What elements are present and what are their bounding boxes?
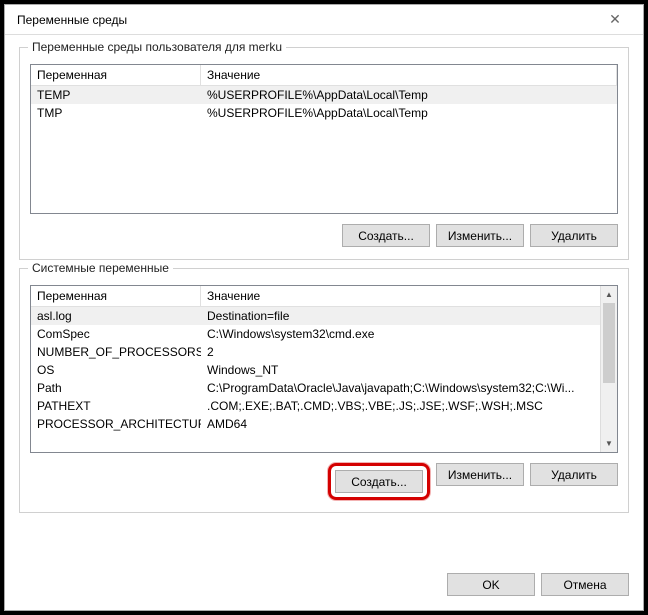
scroll-down-icon[interactable]: ▼ — [601, 435, 617, 452]
dialog-bottom-row: OK Отмена — [5, 569, 643, 610]
variable-value: C:\Windows\system32\cmd.exe — [201, 325, 617, 343]
user-vars-group: Переменные среды пользователя для merku … — [19, 47, 629, 260]
dialog-title: Переменные среды — [17, 13, 127, 27]
variable-name: Path — [31, 379, 201, 397]
create-button-highlight: Создать... — [328, 463, 430, 500]
system-list-body: asl.logDestination=fileComSpecC:\Windows… — [31, 307, 617, 452]
variable-value: Destination=file — [201, 307, 617, 325]
user-edit-button[interactable]: Изменить... — [436, 224, 524, 247]
dialog-window: Переменные среды ✕ Переменные среды поль… — [4, 4, 644, 611]
col-header-value[interactable]: Значение — [201, 65, 617, 85]
system-create-button[interactable]: Создать... — [335, 470, 423, 493]
cancel-button[interactable]: Отмена — [541, 573, 629, 596]
col-header-variable[interactable]: Переменная — [31, 65, 201, 85]
ok-button[interactable]: OK — [447, 573, 535, 596]
variable-value: %USERPROFILE%\AppData\Local\Temp — [201, 86, 617, 104]
table-row[interactable]: PROCESSOR_ARCHITECTUREAMD64 — [31, 415, 617, 433]
table-row[interactable]: PATHEXT.COM;.EXE;.BAT;.CMD;.VBS;.VBE;.JS… — [31, 397, 617, 415]
variable-name: ComSpec — [31, 325, 201, 343]
variable-value: Windows_NT — [201, 361, 617, 379]
table-row[interactable]: NUMBER_OF_PROCESSORS2 — [31, 343, 617, 361]
variable-name: PATHEXT — [31, 397, 201, 415]
variable-value: C:\ProgramData\Oracle\Java\javapath;C:\W… — [201, 379, 617, 397]
user-button-row: Создать... Изменить... Удалить — [30, 224, 618, 247]
scroll-thumb[interactable] — [603, 303, 615, 383]
vertical-scrollbar[interactable]: ▲ ▼ — [600, 286, 617, 452]
user-list-header: Переменная Значение — [31, 65, 617, 86]
variable-name: TMP — [31, 104, 201, 122]
scroll-track[interactable] — [601, 303, 617, 435]
variable-value: .COM;.EXE;.BAT;.CMD;.VBS;.VBE;.JS;.JSE;.… — [201, 397, 617, 415]
system-vars-group: Системные переменные Переменная Значение… — [19, 268, 629, 513]
system-button-row: Создать... Изменить... Удалить — [30, 463, 618, 500]
variable-value: 2 — [201, 343, 617, 361]
table-row[interactable]: ComSpecC:\Windows\system32\cmd.exe — [31, 325, 617, 343]
variable-name: NUMBER_OF_PROCESSORS — [31, 343, 201, 361]
system-vars-list[interactable]: Переменная Значение asl.logDestination=f… — [30, 285, 618, 453]
user-list-body: TEMP%USERPROFILE%\AppData\Local\TempTMP%… — [31, 86, 617, 213]
system-edit-button[interactable]: Изменить... — [436, 463, 524, 486]
close-icon: ✕ — [609, 11, 621, 28]
col-header-variable[interactable]: Переменная — [31, 286, 201, 306]
user-delete-button[interactable]: Удалить — [530, 224, 618, 247]
variable-value: AMD64 — [201, 415, 617, 433]
system-list-header: Переменная Значение — [31, 286, 617, 307]
table-row[interactable]: OSWindows_NT — [31, 361, 617, 379]
variable-value: %USERPROFILE%\AppData\Local\Temp — [201, 104, 617, 122]
close-button[interactable]: ✕ — [595, 6, 635, 34]
variable-name: OS — [31, 361, 201, 379]
table-row[interactable]: asl.logDestination=file — [31, 307, 617, 325]
content-area: Переменные среды пользователя для merku … — [5, 35, 643, 569]
table-row[interactable]: TMP%USERPROFILE%\AppData\Local\Temp — [31, 104, 617, 122]
scroll-up-icon[interactable]: ▲ — [601, 286, 617, 303]
variable-name: TEMP — [31, 86, 201, 104]
user-create-button[interactable]: Создать... — [342, 224, 430, 247]
table-row[interactable]: PathC:\ProgramData\Oracle\Java\javapath;… — [31, 379, 617, 397]
titlebar: Переменные среды ✕ — [5, 5, 643, 35]
user-vars-label: Переменные среды пользователя для merku — [28, 40, 286, 54]
table-row[interactable]: TEMP%USERPROFILE%\AppData\Local\Temp — [31, 86, 617, 104]
system-delete-button[interactable]: Удалить — [530, 463, 618, 486]
variable-name: asl.log — [31, 307, 201, 325]
col-header-value[interactable]: Значение — [201, 286, 617, 306]
system-vars-label: Системные переменные — [28, 261, 173, 275]
variable-name: PROCESSOR_ARCHITECTURE — [31, 415, 201, 433]
user-vars-list[interactable]: Переменная Значение TEMP%USERPROFILE%\Ap… — [30, 64, 618, 214]
